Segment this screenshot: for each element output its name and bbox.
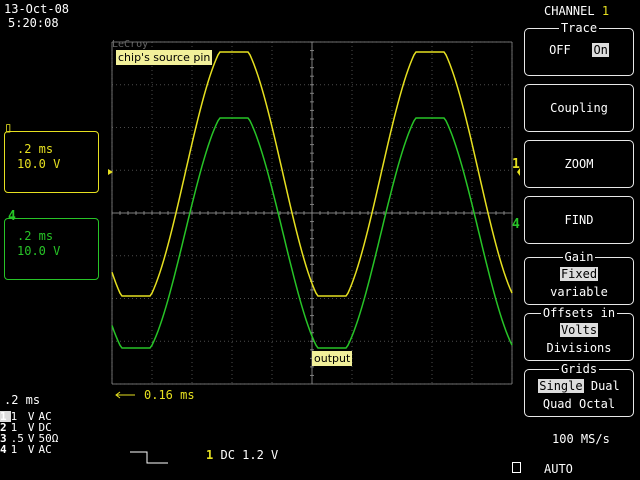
ch1-volts: 10.0 V [17, 157, 61, 171]
offsets-volts-option[interactable]: Volts [559, 323, 599, 337]
trigger-slope-icon [130, 451, 168, 464]
offsets-menu-button[interactable]: Offsets in Volts Divisions [524, 306, 634, 361]
offsets-divisions-option[interactable]: Divisions [525, 341, 633, 355]
ch-number: 4 [0, 443, 7, 456]
ch4-right-number: 4 [512, 217, 520, 232]
grids-menu-button[interactable]: Grids Single Dual Quad Octal [524, 362, 634, 417]
ch-coupling: AC [38, 443, 52, 456]
coupling-button[interactable]: Coupling [524, 84, 634, 132]
trigger-status-icon [512, 462, 521, 473]
ch4-side-box[interactable]: .2 ms 10.0 V [4, 218, 99, 280]
trigger-mode: AUTO [544, 462, 573, 476]
sample-rate: 100 MS/s [552, 432, 610, 446]
gain-variable-option[interactable]: variable [525, 285, 633, 299]
ch1-right-number: 1 [512, 157, 520, 172]
grids-quad-option[interactable]: Quad [543, 397, 572, 411]
trace-off-option[interactable]: OFF [549, 43, 571, 57]
ch4-timebase: .2 ms [17, 229, 54, 243]
find-button[interactable]: FIND [524, 196, 634, 244]
grids-dual-option[interactable]: Dual [591, 379, 620, 393]
ch-unit: V [27, 443, 35, 456]
source-pin-label: chip's source pin [116, 50, 213, 65]
grids-title: Grids [558, 362, 600, 376]
gain-title: Gain [562, 250, 596, 264]
find-label: FIND [564, 213, 594, 227]
trace-title: Trace [558, 21, 600, 35]
grids-single-option[interactable]: Single [538, 379, 584, 393]
coupling-label: Coupling [550, 101, 608, 115]
channel-settings-table: 1 1 V AC 2 1 V DC 3 .5 V 50Ω 4 1 V AC [0, 411, 62, 455]
table-row[interactable]: 4 1 V AC [0, 444, 62, 455]
output-label: output [312, 351, 353, 366]
ch4-volts: 10.0 V [17, 244, 61, 258]
gain-menu-button[interactable]: Gain Fixed variable [524, 250, 634, 305]
trigger-readout: 1 DC 1.2 V [206, 448, 278, 462]
trigger-channel: 1 [206, 448, 214, 462]
zoom-button[interactable]: ZOOM [524, 140, 634, 188]
ch1-timebase: .2 ms [17, 142, 54, 156]
grids-octal-option[interactable]: Octal [579, 397, 615, 411]
ch1-side-box[interactable]: .2 ms 10.0 V [4, 131, 99, 193]
ch-value: 1 [10, 443, 18, 456]
trigger-level: 1.2 V [242, 448, 279, 462]
graticule [111, 41, 513, 385]
trace-menu-button[interactable]: Trace OFF On [524, 21, 634, 76]
trace-on-option[interactable]: On [592, 43, 609, 57]
delta-time-readout: 0.16 ms [144, 388, 195, 402]
trigger-coupling: DC [220, 448, 235, 462]
zoom-label: ZOOM [564, 157, 594, 171]
timebase-label: .2 ms [4, 393, 41, 407]
gain-fixed-option[interactable]: Fixed [559, 267, 599, 281]
offsets-title: Offsets in [540, 306, 618, 320]
